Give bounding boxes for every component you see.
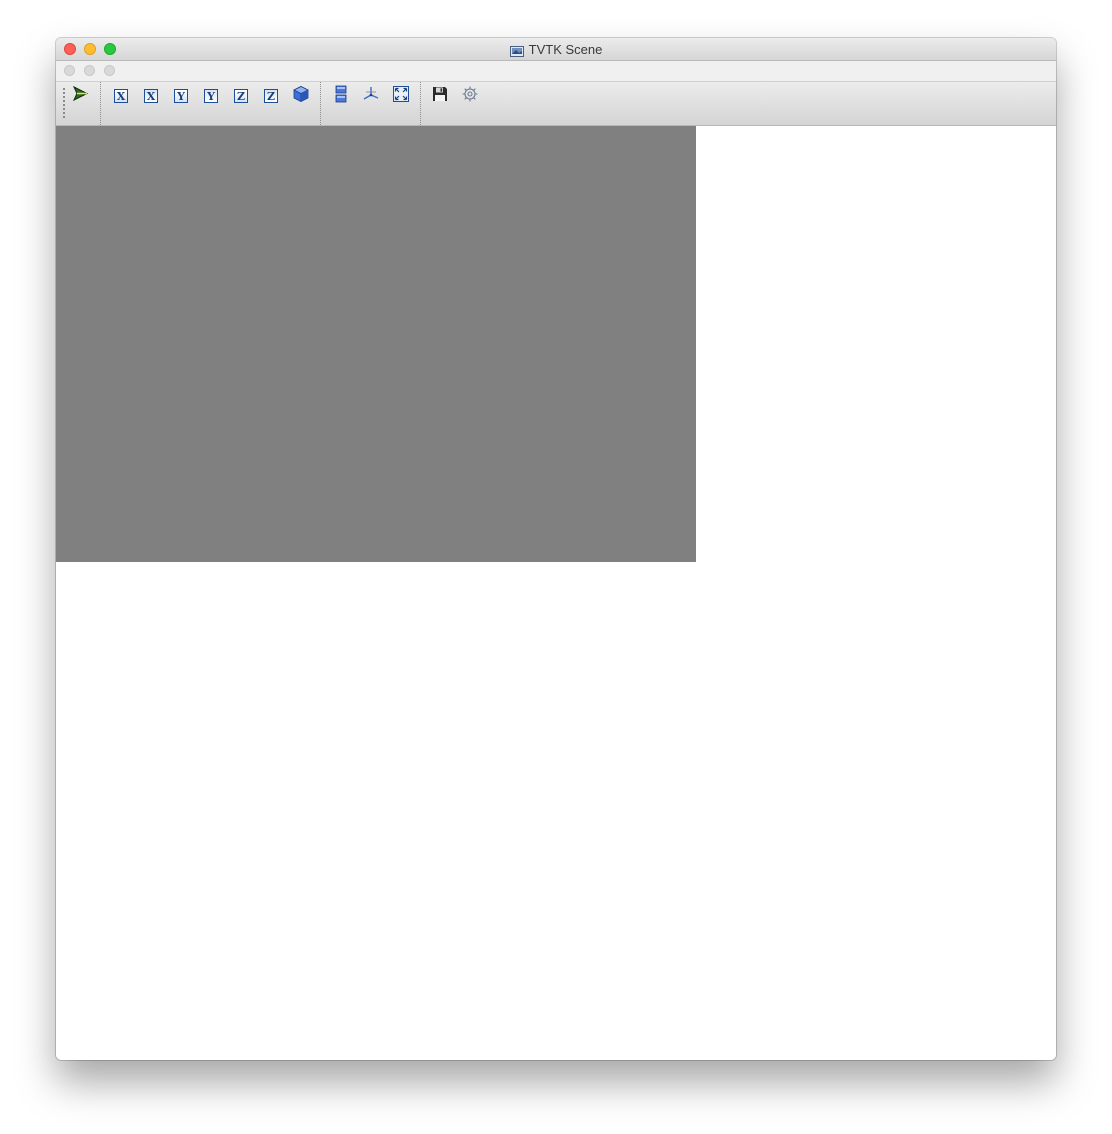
view-x-positive-button[interactable]: X: [110, 85, 132, 107]
view-z-positive-button[interactable]: Z: [230, 85, 252, 107]
save-icon: [432, 86, 448, 107]
scene-document-icon: [509, 44, 524, 57]
z-axis-view-icon: Z: [264, 89, 278, 103]
view-y-negative-button[interactable]: Y: [200, 85, 222, 107]
toggle-axes-button[interactable]: [360, 85, 382, 107]
window-title-group: TVTK Scene: [56, 38, 1056, 60]
title-bar[interactable]: TVTK Scene: [56, 38, 1056, 61]
y-axis-view-icon: Y: [204, 89, 218, 103]
full-screen-icon: [393, 85, 409, 107]
x-axis-view-icon: X: [114, 89, 128, 103]
view-x-negative-button[interactable]: X: [140, 85, 162, 107]
inner-close-button[interactable]: [64, 65, 75, 76]
save-scene-button[interactable]: [429, 85, 451, 107]
gear-icon: [461, 85, 479, 108]
isometric-cube-icon: [292, 85, 310, 108]
full-screen-button[interactable]: [390, 85, 412, 107]
view-y-positive-button[interactable]: Y: [170, 85, 192, 107]
inner-zoom-button[interactable]: [104, 65, 115, 76]
tvtk-scene-window: TVTK Scene X X Y Y Z Z: [56, 38, 1056, 1060]
toolbar-separator: [100, 82, 101, 125]
z-axis-view-icon: Z: [234, 89, 248, 103]
isometric-view-button[interactable]: [290, 85, 312, 107]
parallel-projection-button[interactable]: [330, 85, 352, 107]
toolbar-separator: [320, 82, 321, 125]
inner-minimize-button[interactable]: [84, 65, 95, 76]
interaction-mode-button[interactable]: [69, 85, 91, 107]
scene-toolbar: X X Y Y Z Z: [56, 82, 1056, 126]
inner-window-bar: [56, 61, 1056, 82]
toolbar-grip-handle[interactable]: [63, 88, 67, 118]
y-axis-view-icon: Y: [174, 89, 188, 103]
window-title: TVTK Scene: [528, 41, 603, 57]
toolbar-separator: [420, 82, 421, 125]
configure-scene-button[interactable]: [459, 85, 481, 107]
projection-toggle-icon: [334, 85, 348, 108]
x-axis-view-icon: X: [144, 89, 158, 103]
axes-indicator-icon: [362, 85, 380, 108]
scene-render-viewport[interactable]: [56, 126, 696, 562]
interaction-arrow-icon: [71, 85, 89, 108]
view-z-negative-button[interactable]: Z: [260, 85, 282, 107]
